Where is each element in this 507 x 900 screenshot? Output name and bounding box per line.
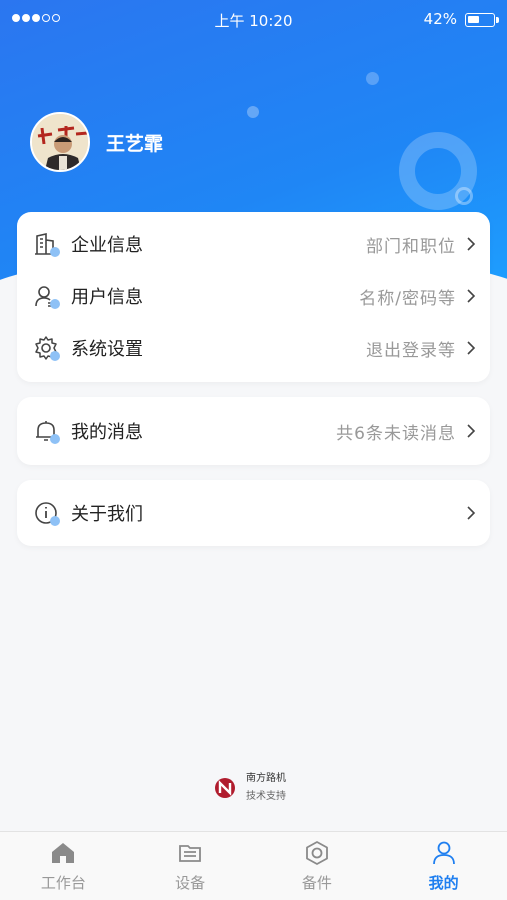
decor-bubble [455,187,473,205]
nut-icon [305,841,328,865]
menu-item-about-us[interactable]: 关于我们 [17,487,490,539]
menu-label: 用户信息 [71,287,143,308]
tab-spare-parts[interactable]: 备件 [254,832,381,900]
bell-icon [33,418,60,444]
menu-item-user-info[interactable]: 用户信息 名称/密码等 [17,270,490,322]
chevron-right-icon [467,289,476,303]
tab-label: 备件 [301,874,332,892]
person-icon [432,841,455,865]
menu-label: 系统设置 [71,339,143,360]
menu-label: 企业信息 [71,235,143,256]
menu-hint: 部门和职位 [366,236,456,257]
battery-percent: 42% [423,10,457,28]
chevron-right-icon [467,424,476,438]
chevron-right-icon [467,237,476,251]
device-icon [179,845,202,862]
chevron-right-icon [467,341,476,355]
info-icon [33,500,60,526]
menu-label: 我的消息 [71,422,143,443]
tab-label: 设备 [175,874,206,892]
tab-device[interactable]: 设备 [127,832,254,900]
chevron-right-icon [467,506,476,520]
menu-hint: 名称/密码等 [359,288,456,309]
menu-hint: 共6条未读消息 [336,423,456,444]
menu-item-system-settings[interactable]: 系统设置 退出登录等 [17,322,490,374]
tab-bar: 工作台 设备 备件 我的 [0,831,507,900]
tab-workbench[interactable]: 工作台 [0,832,127,900]
decor-bubble [247,106,259,118]
menu-label: 关于我们 [71,504,143,525]
tab-label: 我的 [428,874,459,892]
status-bar: 上午 10:20 42% [0,0,507,40]
decor-bubble [366,72,379,85]
menu-item-my-messages[interactable]: 我的消息 共6条未读消息 [17,405,490,457]
user-icon [33,283,60,309]
brand-subtitle: 技术支持 [246,791,286,802]
brand-name: 南方路机 [246,773,286,784]
gear-icon [33,335,60,361]
tab-label: 工作台 [40,874,86,892]
battery-icon [465,13,499,27]
building-icon [33,231,60,257]
profile-header[interactable]: 王艺霏 [30,112,163,172]
messages-card: 我的消息 共6条未读消息 [17,397,490,465]
home-icon [52,843,75,863]
user-name: 王艺霏 [106,132,164,155]
about-card: 关于我们 [17,480,490,546]
tab-mine[interactable]: 我的 [380,832,507,900]
account-menu-card: 企业信息 部门和职位 用户信息 名称/密码等 系统设置 退出登录等 [17,212,490,382]
company-logo [215,778,235,798]
menu-hint: 退出登录等 [366,340,456,361]
tech-support-brand: 南方路机 技术支持 [212,770,286,806]
menu-item-enterprise-info[interactable]: 企业信息 部门和职位 [17,218,490,270]
avatar[interactable] [30,112,90,172]
